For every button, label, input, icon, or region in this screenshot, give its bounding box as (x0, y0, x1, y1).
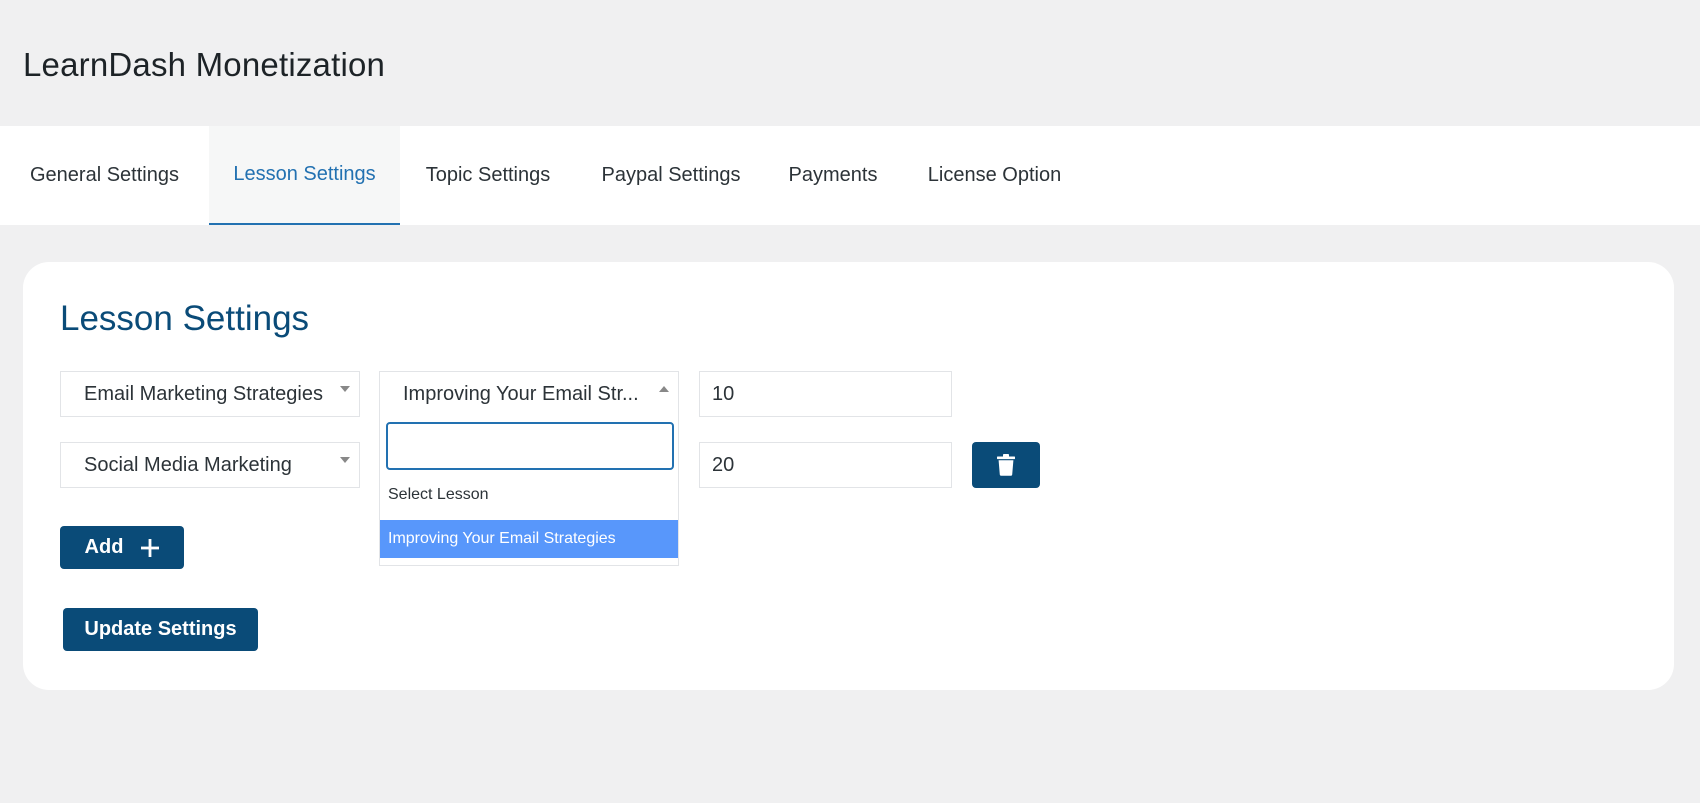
lesson-settings-card: Lesson Settings Email Marketing Strategi… (23, 262, 1674, 690)
tab-paypal-settings[interactable]: Paypal Settings (576, 126, 766, 225)
settings-tabbar: General Settings Lesson Settings Topic S… (0, 126, 1700, 225)
delete-row-button[interactable] (972, 442, 1040, 488)
add-row-button[interactable]: Add (60, 526, 184, 569)
plus-icon (141, 538, 160, 557)
card-title: Lesson Settings (60, 299, 310, 338)
course-select-value: Social Media Marketing (84, 453, 292, 476)
trash-icon (997, 454, 1015, 476)
tab-topic-settings[interactable]: Topic Settings (400, 126, 576, 225)
lesson-dropdown: Select Lesson Improving Your Email Strat… (379, 416, 679, 566)
price-input-row-1[interactable] (699, 371, 952, 417)
lesson-select-value: Improving Your Email Str... (403, 382, 639, 405)
course-select-value: Email Marketing Strategies (84, 382, 323, 405)
dropdown-option-highlighted[interactable]: Improving Your Email Strategies (380, 520, 678, 558)
tab-license-option[interactable]: License Option (900, 126, 1089, 225)
caret-down-icon (340, 386, 350, 392)
update-settings-button[interactable]: Update Settings (63, 608, 258, 651)
course-select-row-2[interactable]: Social Media Marketing (60, 442, 360, 488)
lesson-select-row-1[interactable]: Improving Your Email Str... (379, 371, 679, 417)
dropdown-option-select-lesson[interactable]: Select Lesson (380, 476, 678, 514)
price-input-row-2[interactable] (699, 442, 952, 488)
course-select-row-1[interactable]: Email Marketing Strategies (60, 371, 360, 417)
page-title: LearnDash Monetization (23, 46, 386, 83)
tab-general-settings[interactable]: General Settings (0, 126, 209, 225)
caret-down-icon (340, 457, 350, 463)
dropdown-search-input[interactable] (386, 422, 674, 470)
tab-payments[interactable]: Payments (766, 126, 900, 225)
add-button-label: Add (84, 536, 124, 558)
caret-up-icon (659, 386, 669, 392)
tab-lesson-settings[interactable]: Lesson Settings (209, 126, 400, 225)
page-header: LearnDash Monetization (0, 0, 1700, 126)
